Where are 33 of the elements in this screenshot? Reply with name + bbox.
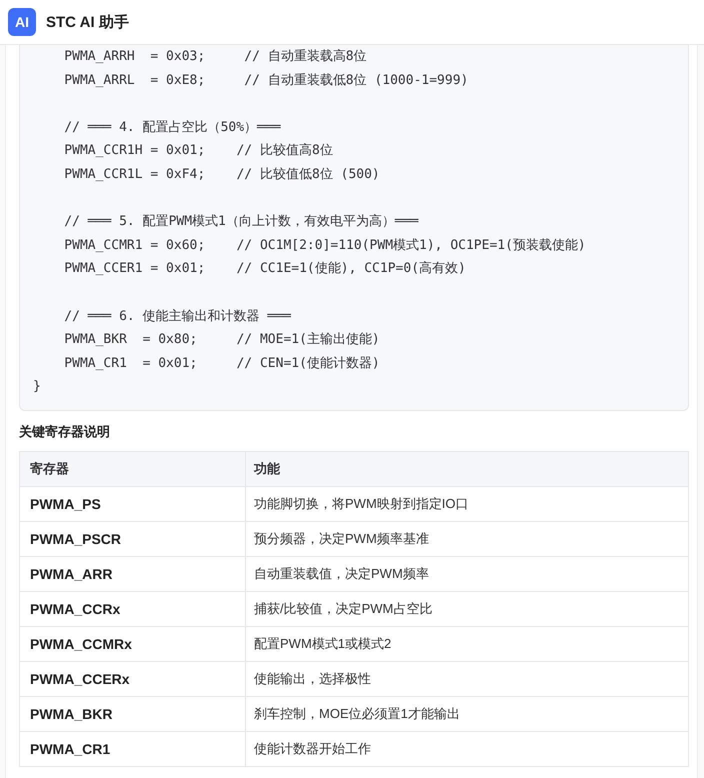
code-line: }	[33, 378, 42, 396]
table-header-cell: 功能	[246, 451, 688, 486]
app-logo: AI	[8, 8, 36, 36]
code-line: PWMA_BKR = 0x80; // MOE=1(主输出使能)	[64, 331, 381, 350]
code-line: // ═══ 6. 使能主输出和计数器 ═══	[64, 308, 292, 326]
code-line: PWMA_ARRL = 0xE8; // 自动重装载低8位 (1000-1=999)	[64, 72, 470, 90]
table-cell: 刹车控制，MOE位必须置1才能输出	[246, 696, 688, 732]
table-cell: 预分频器，决定PWM频率基准	[246, 521, 688, 556]
code-line: PWMA_CCER1 = 0x01; // CC1E=1(使能), CC1P=0(高有效)	[64, 260, 467, 278]
table-cell: 功能脚切换，将PWM映射到指定IO口	[246, 486, 688, 522]
code-line: PWMA_CCMR1 = 0x60; // OC1M[2:0]=110(PWM模式1), OC1PE=1(预装载使能)	[64, 236, 587, 255]
table-cell: 捕获/比较值，决定PWM占空比	[246, 591, 688, 626]
table-header-cell: 寄存器	[20, 451, 246, 486]
table-cell: PWMA_CCRx	[20, 591, 246, 626]
table-cell: 使能计数器开始工作	[246, 731, 688, 766]
code-line: PWMA_CCR1L = 0xF4; // 比较值低8位 (500)	[64, 166, 381, 184]
code-line: PWMA_ARRH = 0x03; // 自动重装载高8位	[64, 48, 368, 66]
code-line: PWMA_CR1 = 0x01; // CEN=1(使能计数器)	[64, 354, 381, 373]
table-cell: PWMA_CR1	[20, 731, 246, 766]
table-cell: PWMA_BKR	[20, 696, 246, 732]
table-cell: PWMA_CCMRx	[20, 626, 246, 662]
table-cell: PWMA_CCERx	[20, 661, 246, 696]
table-cell: PWMA_ARR	[20, 556, 246, 592]
table-cell: PWMA_PS	[20, 486, 246, 522]
table-cell: 自动重装载值，决定PWM频率	[246, 556, 688, 592]
table-cell: 配置PWM模式1或模式2	[246, 626, 688, 662]
code-line: // ═══ 4. 配置占空比（50%）═══	[64, 118, 282, 137]
section-heading: 关键寄存器说明	[19, 422, 111, 441]
table-cell: 使能输出，选择极性	[246, 661, 688, 696]
table-cell: PWMA_PSCR	[20, 521, 246, 556]
code-line: // ═══ 5. 配置PWM模式1（向上计数，有效电平为高）═══	[64, 213, 420, 232]
app-title: STC AI 助手	[46, 12, 129, 32]
code-line: PWMA_CCR1H = 0x01; // 比较值高8位	[64, 142, 334, 160]
